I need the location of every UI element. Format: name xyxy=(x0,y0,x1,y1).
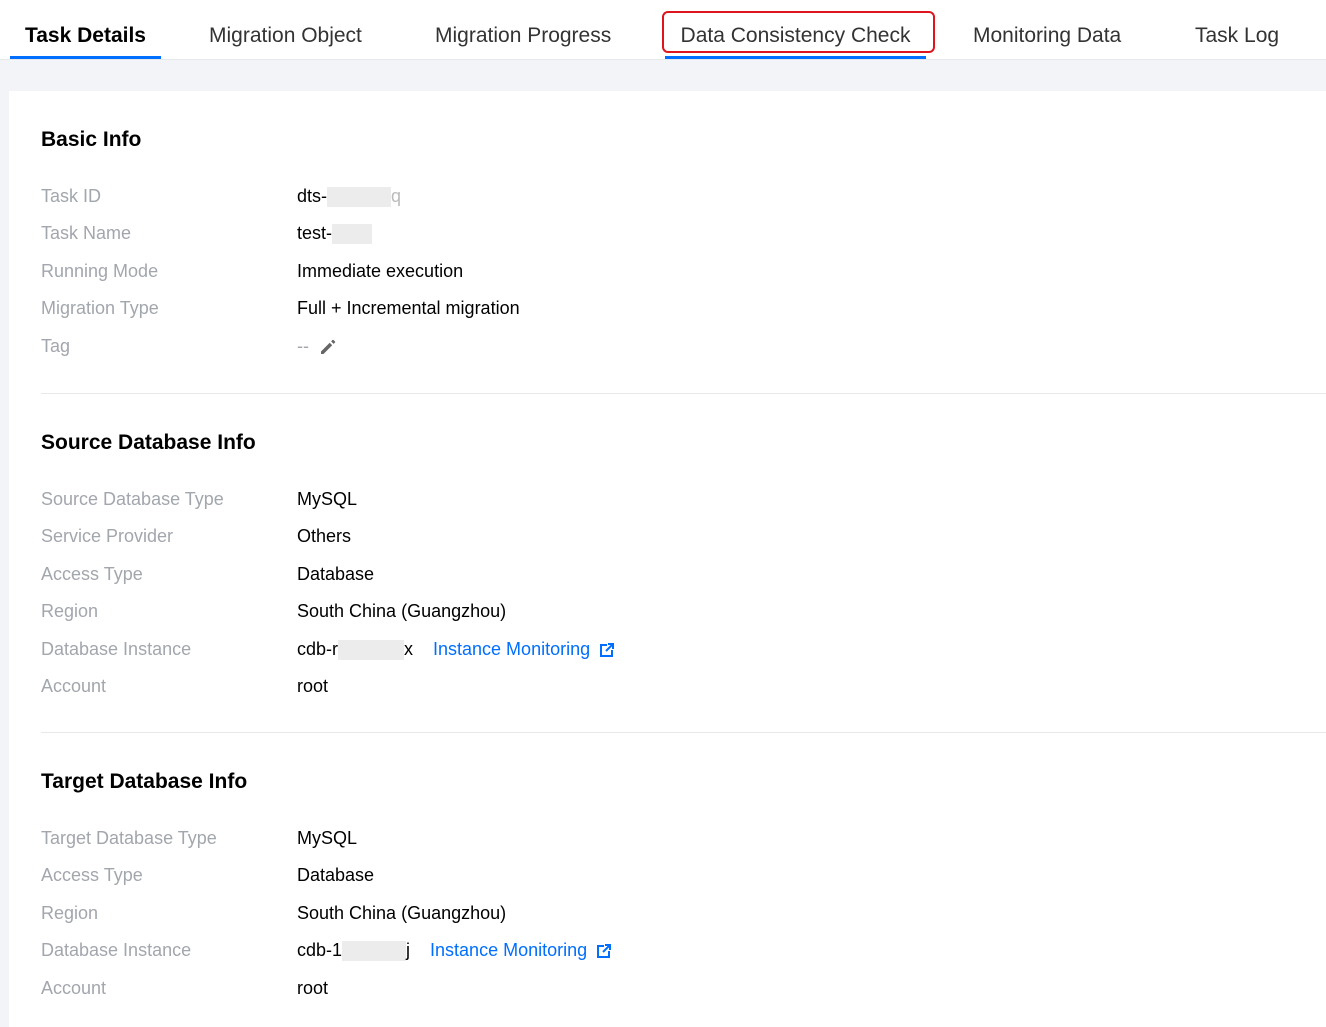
tab-migration-object[interactable]: Migration Object xyxy=(209,0,362,59)
target-db-instance-value: cdb-1 j Instance Monitoring xyxy=(297,940,612,961)
field-label: Region xyxy=(41,903,99,923)
source-access-type-value: Database xyxy=(297,564,375,584)
field-label: Account xyxy=(41,676,107,696)
target-instance-monitoring-link[interactable]: Instance Monitoring xyxy=(430,940,612,961)
external-link-icon xyxy=(599,642,615,658)
field-label: Service Provider xyxy=(41,526,174,546)
tab-label: Monitoring Data xyxy=(973,24,1122,47)
section-title-source-db: Source Database Info xyxy=(41,431,256,454)
task-name-prefix: test- xyxy=(297,223,333,243)
field-label: Migration Type xyxy=(41,298,159,318)
field-label: Access Type xyxy=(41,564,143,584)
tab-underline xyxy=(665,56,926,59)
target-region-value: South China (Guangzhou) xyxy=(297,903,507,923)
tab-label: Migration Object xyxy=(209,24,362,47)
task-name-value: test- xyxy=(297,223,373,244)
field-label: Region xyxy=(41,601,99,621)
section-title-basic-info: Basic Info xyxy=(41,128,142,151)
redacted-block xyxy=(332,223,373,244)
source-instance-monitoring-link[interactable]: Instance Monitoring xyxy=(433,639,615,660)
external-link-icon xyxy=(596,943,612,959)
source-account-value: root xyxy=(297,676,329,696)
active-tab-underline xyxy=(10,56,161,59)
field-label: Source Database Type xyxy=(41,489,224,509)
service-provider-value: Others xyxy=(297,526,352,546)
source-db-instance-value: cdb-r x Instance Monitoring xyxy=(297,639,615,660)
tab-bar: Task Details Migration Object Migration … xyxy=(0,0,1326,60)
field-label: Access Type xyxy=(41,865,143,885)
tab-migration-progress[interactable]: Migration Progress xyxy=(435,0,611,59)
field-label: Running Mode xyxy=(41,261,159,281)
pencil-edit-icon[interactable] xyxy=(319,338,337,356)
redacted-block xyxy=(338,639,405,660)
instance-id-prefix: cdb-1 xyxy=(297,940,343,960)
redacted-block xyxy=(342,940,407,961)
field-label: Tag xyxy=(41,336,71,356)
task-id-prefix: dts- xyxy=(297,186,328,206)
target-account-value: root xyxy=(297,978,329,998)
instance-id-prefix: cdb-r xyxy=(297,639,339,659)
task-id-suffix: q xyxy=(391,186,402,206)
field-label: Task Name xyxy=(41,223,132,243)
task-details-panel: Basic Info Task ID dts- q Task Name test… xyxy=(9,91,1326,1027)
link-label: Instance Monitoring xyxy=(433,639,591,659)
tab-task-details[interactable]: Task Details xyxy=(10,0,161,59)
tag-empty-value: -- xyxy=(297,336,309,356)
instance-id-suffix: x xyxy=(404,639,414,659)
tag-value: -- xyxy=(297,336,337,357)
link-label: Instance Monitoring xyxy=(430,940,588,960)
running-mode-value: Immediate execution xyxy=(297,261,464,281)
tab-label: Data Consistency Check xyxy=(680,24,911,47)
task-id-value: dts- q xyxy=(297,186,401,207)
target-access-type-value: Database xyxy=(297,865,375,885)
migration-type-value: Full + Incremental migration xyxy=(297,298,520,318)
tab-data-consistency-check[interactable]: Data Consistency Check xyxy=(665,0,926,59)
field-label: Database Instance xyxy=(41,639,192,659)
section-divider xyxy=(41,732,1326,733)
source-region-value: South China (Guangzhou) xyxy=(297,601,507,621)
instance-id-suffix: j xyxy=(406,940,411,960)
target-db-type-value: MySQL xyxy=(297,828,358,848)
section-divider xyxy=(41,393,1326,394)
tab-label: Task Log xyxy=(1195,24,1280,47)
tab-task-log[interactable]: Task Log xyxy=(1195,0,1279,59)
field-label: Target Database Type xyxy=(41,828,217,848)
field-label: Task ID xyxy=(41,186,102,206)
field-label: Account xyxy=(41,978,107,998)
tab-label: Task Details xyxy=(24,24,146,47)
section-title-target-db: Target Database Info xyxy=(41,770,248,793)
tab-monitoring-data[interactable]: Monitoring Data xyxy=(973,0,1121,59)
source-db-type-value: MySQL xyxy=(297,489,358,509)
field-label: Database Instance xyxy=(41,940,192,960)
tab-label: Migration Progress xyxy=(435,24,612,47)
redacted-block xyxy=(327,186,392,207)
